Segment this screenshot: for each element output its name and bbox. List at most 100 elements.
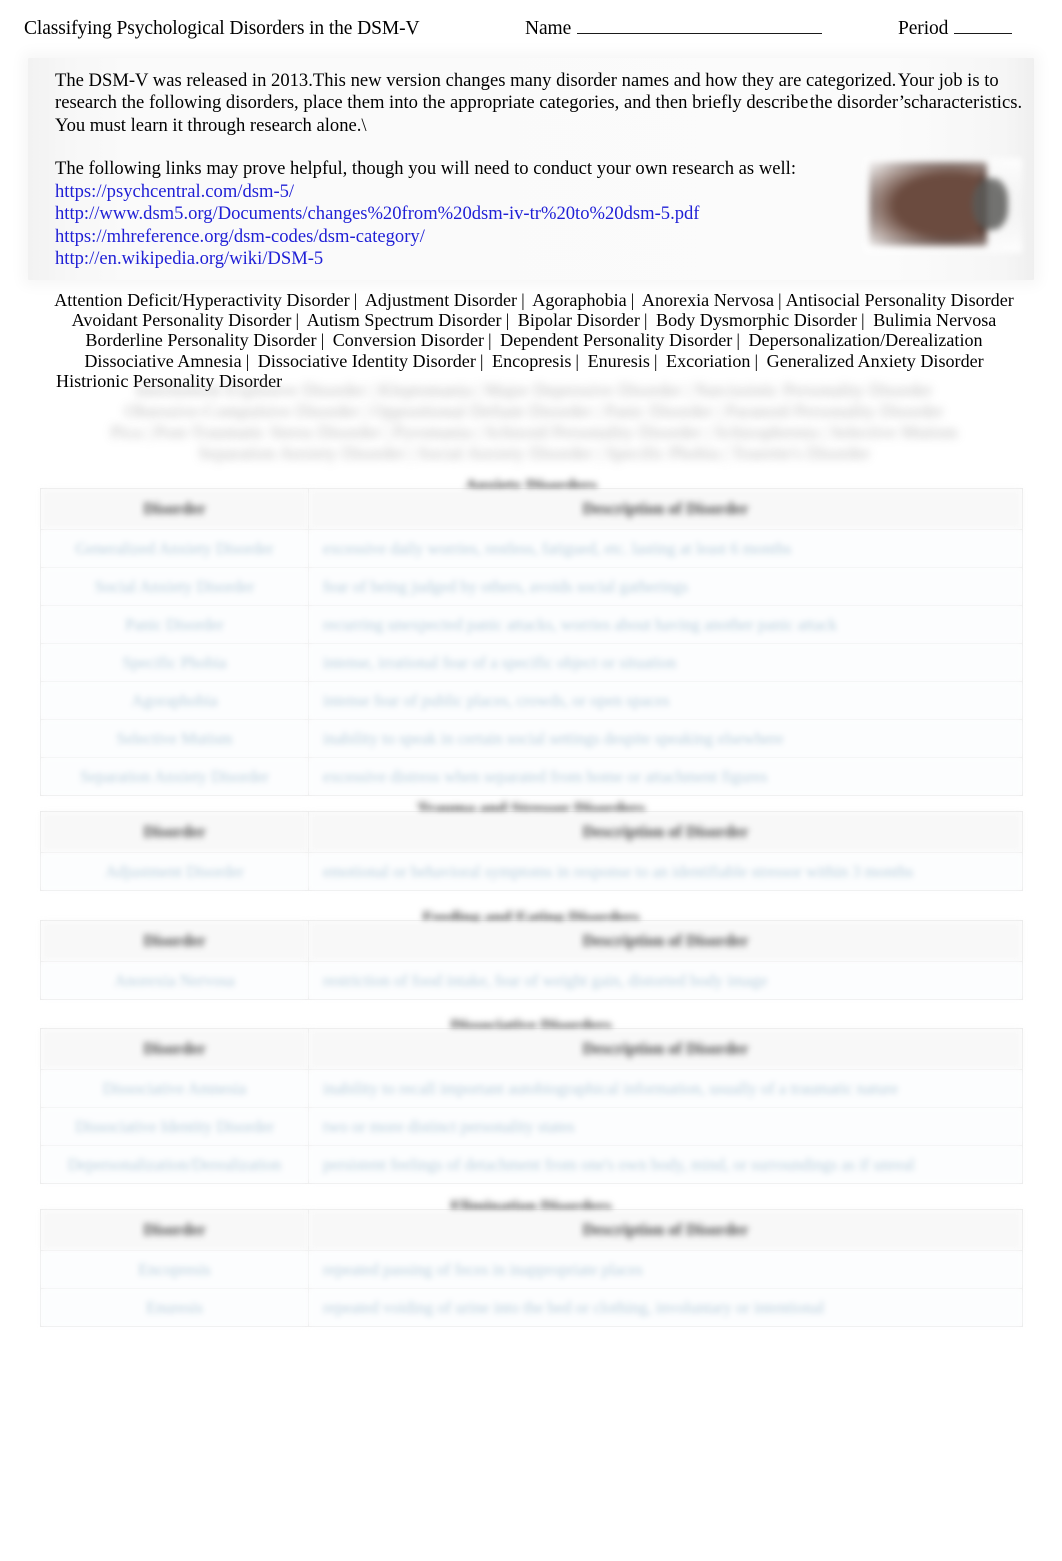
wb-item: Antisocial Personality Disorder [785,290,1014,310]
period-field-label: Period [898,18,1013,40]
word-bank-obscured-overflow: Intermittent Explosive Disorder | Klepto… [110,380,958,464]
wb-sep: | [653,350,658,371]
intro-sentence-2: This new version changes many disorder n… [312,70,897,91]
wb-item: Dependent Personality Disorder [500,330,733,351]
category-block-3: Feeding and Eating Disorders Disorder De… [40,906,1023,1000]
cell-description[interactable]: intense fear of public places, crowds, o… [308,681,1023,720]
cell-description[interactable]: excessive daily worries, restless, fatig… [308,529,1023,568]
table-row[interactable]: Encopresis repeated passing of feces in i… [40,1250,1023,1289]
table-row[interactable]: Panic Disorder recurring unexpected panic… [40,605,1023,644]
col-header-disorder: Disorder [40,811,309,853]
cell-description[interactable]: persistent feelings of detachment from o… [308,1145,1023,1184]
wb-item: Avoidant Personality Disorder [71,310,292,331]
col-header-description: Description of Disorder [308,920,1023,962]
word-bank: Attention Deficit/Hyperactivity Disorder… [28,290,1040,464]
cell-disorder[interactable]: Dissociative Identity Disorder [40,1107,309,1146]
word-bank-line-2: Avoidant Personality Disorder | Autism Sp… [28,310,1040,330]
wb-item: Attention Deficit/Hyperactivity Disorder [54,290,350,310]
dsm-book-image [864,158,1022,253]
wb-item: Enuresis [587,350,650,371]
name-blank-line[interactable] [577,33,823,34]
cell-disorder[interactable]: Anorexia Nervosa [40,961,309,1000]
table-row[interactable]: Enuresis repeated voiding of urine into t… [40,1288,1023,1327]
cell-description[interactable]: two or more distinct personality states [308,1107,1023,1146]
intro-paragraph: The DSM-V was released in 2013.This new … [55,70,1032,137]
wb-item: Agoraphobia [532,290,627,310]
wb-item: Generalized Anxiety Disorder [766,350,984,371]
category-block-1: Anxiety Disorders Disorder Description o… [40,474,1023,796]
wb-sep: | [245,350,250,371]
page-header: Classifying Psychological Disorders in t… [0,18,1062,52]
cell-disorder[interactable]: Dissociative Amnesia [40,1069,309,1108]
col-header-disorder: Disorder [40,1209,309,1251]
table-row[interactable]: Adjustment Disorder emotional or behavior… [40,852,1023,891]
intro-sentence-1: The DSM-V was released in 2013. [55,70,313,91]
cell-disorder[interactable]: Social Anxiety Disorder [40,567,309,606]
wb-sep: | [505,310,510,331]
period-label: Period [898,18,949,39]
wb-sep: | [488,330,492,351]
name-field-label: Name [525,18,823,40]
col-header-description: Description of Disorder [308,1028,1023,1070]
wb-sep: | [295,310,300,331]
cell-description[interactable]: intense, irrational fear of a specific o… [308,643,1023,682]
wb-item: Borderline Personality Disorder [85,330,317,351]
category-block-2: Trauma and Stressor Disorders Disorder D… [40,797,1023,891]
link-wikipedia-dsm5[interactable]: http://en.wikipedia.org/wiki/DSM-5 [55,248,875,270]
cell-disorder[interactable]: Specific Phobia [40,643,309,682]
cell-disorder[interactable]: Encopresis [40,1250,309,1289]
cell-disorder[interactable]: Selective Mutism [40,719,309,758]
cell-disorder[interactable]: Adjustment Disorder [40,852,309,891]
cell-description[interactable]: inability to speak in certain social set… [308,719,1023,758]
col-header-description: Description of Disorder [308,488,1023,530]
wb-sep: | [778,290,782,310]
table-row[interactable]: Selective Mutism inability to speak in ce… [40,719,1023,758]
table-row[interactable]: Generalized Anxiety Disorder excessive da… [40,529,1023,568]
table-row[interactable]: Dissociative Identity Disorder two or mor… [40,1107,1023,1146]
wb-sep: | [643,310,648,331]
table-row[interactable]: Anorexia Nervosa restriction of food inta… [40,961,1023,1000]
cell-description[interactable]: recurring unexpected panic attacks, worr… [308,605,1023,644]
wb-item: Dissociative Amnesia [84,350,242,371]
link-dsm5-org-pdf[interactable]: http://www.dsm5.org/Documents/changes%20… [55,203,875,225]
cell-description[interactable]: excessive distress when separated from h… [308,757,1023,796]
table-row[interactable]: Social Anxiety Disorder fear of being jud… [40,567,1023,606]
col-header-description: Description of Disorder [308,1209,1023,1251]
cell-disorder[interactable]: Separation Anxiety Disorder [40,757,309,796]
table-header-row: Disorder Description of Disorder [40,811,1023,853]
cell-description[interactable]: repeated passing of feces in inappropria… [308,1250,1023,1289]
word-bank-line-1: Attention Deficit/Hyperactivity Disorder… [28,290,1040,310]
links-lead-text: The following links may prove helpful, t… [55,158,796,179]
col-header-disorder: Disorder [40,920,309,962]
table-header-row: Disorder Description of Disorder [40,1028,1023,1070]
cell-disorder[interactable]: Panic Disorder [40,605,309,644]
cell-disorder[interactable]: Generalized Anxiety Disorder [40,529,309,568]
period-blank-line[interactable] [954,33,1013,34]
wb-sep: | [320,330,325,351]
table-row[interactable]: Depersonalization/Derealization persisten… [40,1145,1023,1184]
wb-item: Body Dysmorphic Disorder [656,310,858,331]
cell-disorder[interactable]: Agoraphobia [40,681,309,720]
table-row[interactable]: Separation Anxiety Disorder excessive dis… [40,757,1023,796]
disorder-table-5: Disorder Description of Disorder Encopre… [40,1209,1023,1327]
table-row[interactable]: Agoraphobia intense fear of public places… [40,681,1023,720]
table-row[interactable]: Specific Phobia intense, irrational fear … [40,643,1023,682]
page-title: Classifying Psychological Disorders in t… [24,18,420,39]
link-mhreference[interactable]: https://mhreference.org/dsm-codes/dsm-ca… [55,226,875,248]
col-header-description: Description of Disorder [308,811,1023,853]
cell-disorder[interactable]: Depersonalization/Derealization [40,1145,309,1184]
cell-description[interactable]: restriction of food intake, fear of weig… [308,961,1023,1000]
cell-description[interactable]: inability to recall important autobiogra… [308,1069,1023,1108]
category-block-5: Elimination Disorders Disorder Descripti… [40,1195,1023,1327]
wb-item: Bipolar Disorder [517,310,640,331]
wb-item: Excoriation [666,350,751,371]
wb-sep: | [754,350,759,371]
cell-description[interactable]: emotional or behavioral symptoms in resp… [308,852,1023,891]
cell-description[interactable]: fear of being judged by others, avoids s… [308,567,1023,606]
cell-description[interactable]: repeated voiding of urine into the bed o… [308,1288,1023,1327]
cell-disorder[interactable]: Enuresis [40,1288,309,1327]
category-block-4: Dissociative Disorders Disorder Descript… [40,1014,1023,1184]
link-psychcentral[interactable]: https://psychcentral.com/dsm-5/ [55,181,875,203]
table-row[interactable]: Dissociative Amnesia inability to recall … [40,1069,1023,1108]
wb-sep: | [630,290,635,310]
